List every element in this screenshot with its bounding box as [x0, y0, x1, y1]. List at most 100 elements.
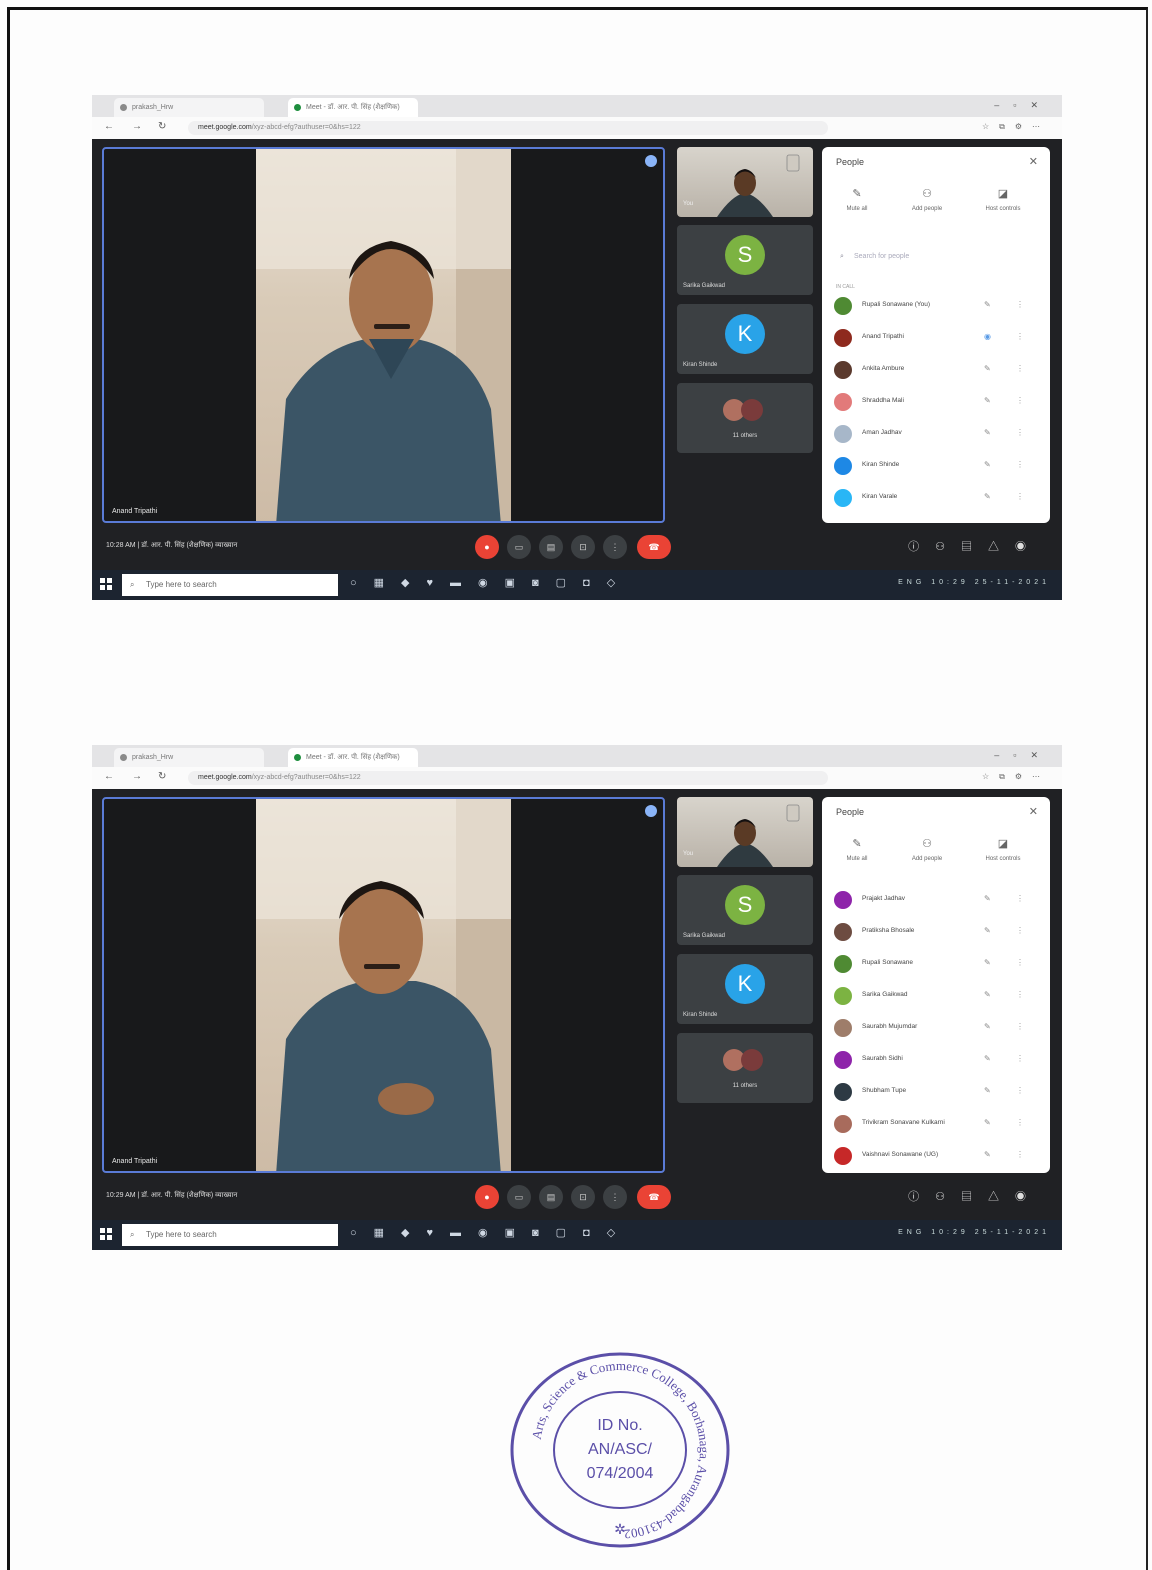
participant-row[interactable]: Pratiksha Bhosale ✎ ⋮ — [834, 921, 1040, 943]
more-options-button[interactable]: ⋮ — [603, 1185, 627, 1209]
end-call-button[interactable]: ☎ — [637, 1185, 671, 1209]
extension-icons[interactable]: ☆⧉⚙⋯ — [982, 772, 1050, 782]
window-controls[interactable]: –▫✕ — [994, 750, 1052, 761]
more-options-icon[interactable]: ⋮ — [1016, 1086, 1024, 1095]
others-tile[interactable]: 11 others — [677, 1033, 813, 1103]
participant-row[interactable]: Saurabh Mujumdar ✎ ⋮ — [834, 1017, 1040, 1039]
mic-off-icon[interactable]: ✎ — [984, 990, 991, 999]
system-tray[interactable]: ENG 10:29 25-11-2021 — [898, 1229, 1050, 1236]
more-options-icon[interactable]: ⋮ — [1016, 1022, 1024, 1031]
camera-toggle-button[interactable]: ▭ — [507, 535, 531, 559]
present-button[interactable]: ⊡ — [571, 1185, 595, 1209]
participant-row[interactable]: Aman Jadhav ✎ ⋮ — [834, 423, 1040, 445]
browser-tab[interactable]: prakash_Hrw — [114, 748, 264, 767]
mute-all-button[interactable]: ✎ Mute all — [822, 187, 892, 212]
mic-off-icon[interactable]: ✎ — [984, 1054, 991, 1063]
mic-off-icon[interactable]: ✎ — [984, 364, 991, 373]
browser-tab-active[interactable]: Meet - डॉ. आर. पी. सिंह (शैक्षणिक) — [288, 98, 418, 117]
participant-row[interactable]: Sarika Gaikwad ✎ ⋮ — [834, 985, 1040, 1007]
mic-off-icon[interactable]: ✎ — [984, 926, 991, 935]
main-video-tile[interactable]: Anand Tripathi — [102, 797, 665, 1173]
more-options-icon[interactable]: ⋮ — [1016, 300, 1024, 309]
participant-tile[interactable]: K Kiran Shinde — [677, 304, 813, 374]
participant-tile[interactable]: S Sarika Gaikwad — [677, 225, 813, 295]
self-view-tile[interactable]: You — [677, 797, 813, 867]
forward-icon[interactable]: → — [132, 771, 142, 782]
browser-tab-active[interactable]: Meet - डॉ. आर. पी. सिंह (शैक्षणिक) — [288, 748, 418, 767]
host-controls-button[interactable]: ◪ Host controls — [968, 837, 1038, 862]
more-options-icon[interactable]: ⋮ — [1016, 1054, 1024, 1063]
present-button[interactable]: ⊡ — [571, 535, 595, 559]
more-options-icon[interactable]: ⋮ — [1016, 460, 1024, 469]
forward-icon[interactable]: → — [132, 121, 142, 132]
mute-all-button[interactable]: ✎ Mute all — [822, 837, 892, 862]
participant-tile[interactable]: S Sarika Gaikwad — [677, 875, 813, 945]
captions-button[interactable]: ▤ — [539, 1185, 563, 1209]
taskbar-search-input[interactable]: ⌕ Type here to search — [122, 574, 338, 596]
windows-start-icon[interactable] — [100, 578, 112, 590]
more-options-icon[interactable]: ⋮ — [1016, 364, 1024, 373]
close-icon[interactable]: ✕ — [1029, 155, 1038, 168]
participant-row[interactable]: Prajakt Jadhav ✎ ⋮ — [834, 889, 1040, 911]
participant-row[interactable]: Ankita Ambure ✎ ⋮ — [834, 359, 1040, 381]
captions-button[interactable]: ▤ — [539, 535, 563, 559]
more-options-icon[interactable]: ⋮ — [1016, 396, 1024, 405]
participant-row[interactable]: Anand Tripathi ◉ ⋮ — [834, 327, 1040, 349]
mic-toggle-button[interactable]: ● — [475, 535, 499, 559]
address-bar[interactable]: meet.google.com/xyz-abcd-efg?authuser=0&… — [188, 121, 828, 135]
participant-row[interactable]: Kiran Shinde ✎ ⋮ — [834, 455, 1040, 477]
people-search-input[interactable]: ⌕ Search for people — [834, 247, 1034, 267]
taskbar-app-icons[interactable]: ○▦◆♥▬◉▣◙▢◘◇ — [350, 1226, 632, 1239]
participant-row[interactable]: Vaishnavi Sonawane (UG) ✎ ⋮ — [834, 1145, 1040, 1167]
more-options-icon[interactable]: ⋮ — [1016, 492, 1024, 501]
meet-side-icons[interactable]: ⓘ⚇▤△◉ — [908, 538, 1042, 554]
back-icon[interactable]: ← — [104, 121, 114, 132]
more-options-icon[interactable]: ⋮ — [1016, 1150, 1024, 1159]
mic-off-icon[interactable]: ✎ — [984, 1150, 991, 1159]
meet-side-icons[interactable]: ⓘ⚇▤△◉ — [908, 1188, 1042, 1204]
host-controls-button[interactable]: ◪ Host controls — [968, 187, 1038, 212]
mic-off-icon[interactable]: ✎ — [984, 460, 991, 469]
participant-row[interactable]: Rupali Sonawane (You) ✎ ⋮ — [834, 295, 1040, 317]
more-options-icon[interactable]: ⋮ — [1016, 1118, 1024, 1127]
system-tray[interactable]: ENG 10:29 25-11-2021 — [898, 579, 1050, 586]
mic-off-icon[interactable]: ✎ — [984, 396, 991, 405]
more-options-icon[interactable]: ⋮ — [1016, 332, 1024, 341]
mic-off-icon[interactable]: ✎ — [984, 300, 991, 309]
close-icon[interactable]: ✕ — [1029, 805, 1038, 818]
mic-off-icon[interactable]: ✎ — [984, 428, 991, 437]
back-icon[interactable]: ← — [104, 771, 114, 782]
mic-off-icon[interactable]: ✎ — [984, 1118, 991, 1127]
mic-off-icon[interactable]: ✎ — [984, 1022, 991, 1031]
end-call-button[interactable]: ☎ — [637, 535, 671, 559]
more-options-icon[interactable]: ⋮ — [1016, 428, 1024, 437]
mic-off-icon[interactable]: ✎ — [984, 958, 991, 967]
more-options-icon[interactable]: ⋮ — [1016, 926, 1024, 935]
participant-tile[interactable]: K Kiran Shinde — [677, 954, 813, 1024]
mic-toggle-button[interactable]: ● — [475, 1185, 499, 1209]
add-people-button[interactable]: ⚇ Add people — [892, 187, 962, 212]
reload-icon[interactable]: ↻ — [158, 771, 166, 782]
browser-tab[interactable]: prakash_Hrw — [114, 98, 264, 117]
participant-row[interactable]: Trivikram Sonavane Kulkarni ✎ ⋮ — [834, 1113, 1040, 1135]
address-bar[interactable]: meet.google.com/xyz-abcd-efg?authuser=0&… — [188, 771, 828, 785]
add-people-button[interactable]: ⚇ Add people — [892, 837, 962, 862]
extension-icons[interactable]: ☆⧉⚙⋯ — [982, 122, 1050, 132]
others-tile[interactable]: 11 others — [677, 383, 813, 453]
more-options-icon[interactable]: ⋮ — [1016, 894, 1024, 903]
more-options-button[interactable]: ⋮ — [603, 535, 627, 559]
self-view-tile[interactable]: You — [677, 147, 813, 217]
participant-row[interactable]: Saurabh Sidhi ✎ ⋮ — [834, 1049, 1040, 1071]
camera-toggle-button[interactable]: ▭ — [507, 1185, 531, 1209]
participant-row[interactable]: Shubham Tupe ✎ ⋮ — [834, 1081, 1040, 1103]
main-video-tile[interactable]: Anand Tripathi — [102, 147, 665, 523]
window-controls[interactable]: –▫✕ — [994, 100, 1052, 111]
mic-off-icon[interactable]: ✎ — [984, 1086, 991, 1095]
windows-start-icon[interactable] — [100, 1228, 112, 1240]
participant-row[interactable]: Kiran Varale ✎ ⋮ — [834, 487, 1040, 509]
mic-off-icon[interactable]: ✎ — [984, 492, 991, 501]
more-options-icon[interactable]: ⋮ — [1016, 990, 1024, 999]
participant-row[interactable]: Shraddha Mali ✎ ⋮ — [834, 391, 1040, 413]
taskbar-app-icons[interactable]: ○▦◆♥▬◉▣◙▢◘◇ — [350, 576, 632, 589]
speaking-icon[interactable]: ◉ — [984, 332, 991, 341]
